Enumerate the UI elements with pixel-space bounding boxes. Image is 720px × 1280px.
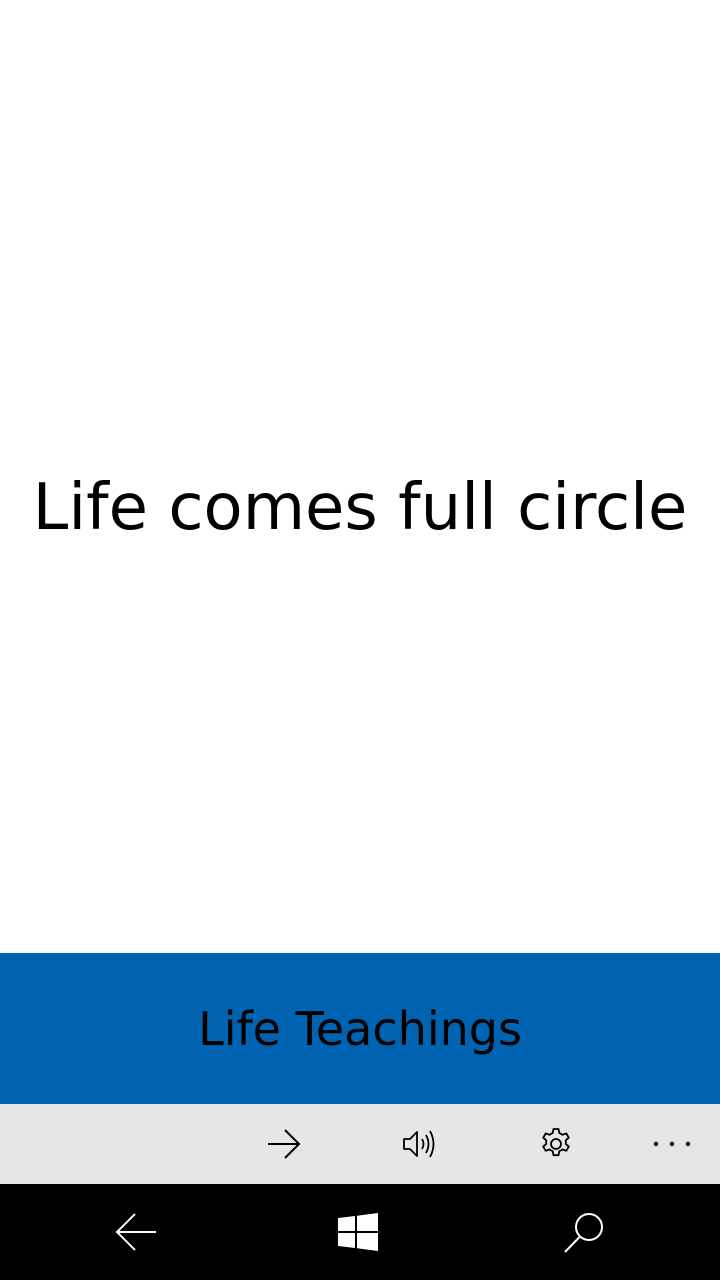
system-nav-bar <box>0 1184 720 1280</box>
category-banner[interactable]: Life Teachings <box>0 953 720 1104</box>
app-screen: Life comes full circle Life Teachings <box>0 0 720 1280</box>
settings-button[interactable] <box>516 1104 596 1184</box>
app-bar <box>0 1104 720 1184</box>
search-button[interactable] <box>524 1184 644 1280</box>
more-icon <box>652 1140 692 1148</box>
quote-text: Life comes full circle <box>32 471 688 545</box>
gear-icon <box>538 1126 574 1162</box>
quote-area: Life comes full circle <box>0 0 720 953</box>
start-button[interactable] <box>298 1184 418 1280</box>
next-button[interactable] <box>244 1104 324 1184</box>
more-button[interactable] <box>632 1104 712 1184</box>
category-title: Life Teachings <box>198 1001 522 1056</box>
arrow-right-icon <box>266 1126 302 1162</box>
search-icon <box>562 1210 606 1254</box>
speaker-icon <box>402 1128 438 1160</box>
speak-button[interactable] <box>380 1104 460 1184</box>
windows-icon <box>338 1213 378 1251</box>
back-button[interactable] <box>76 1184 196 1280</box>
back-arrow-icon <box>114 1212 158 1252</box>
